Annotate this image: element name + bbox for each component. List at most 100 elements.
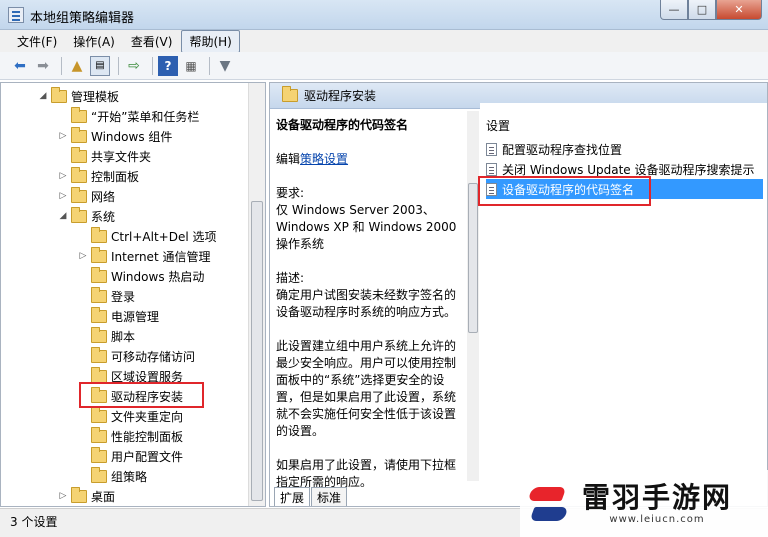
description-panel: 设备驱动程序的代码签名 编辑策略设置 要求: 仅 Windows Server 2…: [276, 117, 462, 506]
tree-item[interactable]: Ctrl+Alt+Del 选项: [77, 226, 216, 246]
folder-icon: [91, 466, 107, 483]
description-scrollbar-thumb[interactable]: [468, 183, 478, 333]
tree-item-label: 控制面板: [91, 169, 140, 184]
tree-item-label: 电源管理: [111, 309, 160, 324]
tree-item[interactable]: 共享文件夹: [57, 146, 151, 166]
tree-item[interactable]: ◢ 管理模板: [37, 86, 119, 106]
tree-item[interactable]: Windows 热启动: [77, 266, 204, 286]
edit-policy-line: 编辑策略设置: [276, 151, 462, 168]
folder-icon: [71, 186, 87, 203]
description-scrollbar[interactable]: [467, 111, 479, 481]
menu-action[interactable]: 操作(A): [66, 31, 122, 52]
policy-setting-icon: [486, 162, 497, 176]
tree-item[interactable]: 用户配置文件: [77, 446, 183, 466]
requirements-text: 仅 Windows Server 2003、Windows XP 和 Windo…: [276, 203, 457, 251]
folder-icon: [71, 206, 87, 223]
folder-icon: [71, 126, 87, 143]
expand-arrow-icon[interactable]: ▷: [57, 131, 69, 141]
toolbar-separator: [61, 56, 62, 75]
folder-icon: [91, 226, 107, 243]
requirements-label: 要求:: [276, 186, 305, 200]
tree-item[interactable]: ▷ 桌面: [57, 486, 115, 506]
folder-icon: [91, 246, 107, 263]
toolbar-separator: [118, 56, 119, 75]
tree-item[interactable]: ◢ 系统: [57, 206, 115, 226]
edit-prefix: 编辑: [276, 152, 301, 166]
tree-item-label: 用户配置文件: [111, 449, 184, 464]
tree-scrollbar[interactable]: [248, 83, 265, 506]
tree-item[interactable]: ▷ Internet 通信管理: [77, 246, 210, 266]
tree-item[interactable]: ▷ 网络: [57, 186, 115, 206]
requirements: 要求: 仅 Windows Server 2003、Windows XP 和 Wi…: [276, 185, 462, 253]
close-button[interactable]: ✕: [716, 0, 762, 20]
tree-item[interactable]: 登录: [77, 286, 135, 306]
minimize-button[interactable]: —: [660, 0, 688, 20]
folder-icon: [91, 346, 107, 363]
folder-icon: [71, 106, 87, 123]
expand-arrow-icon[interactable]: ▷: [57, 491, 69, 501]
tree-item[interactable]: “开始”菜单和任务栏: [57, 106, 199, 126]
folder-icon: [91, 426, 107, 443]
up-folder-icon[interactable]: ▲: [67, 56, 87, 76]
expand-arrow-icon[interactable]: ◢: [37, 91, 49, 101]
tree-item[interactable]: 性能控制面板: [77, 426, 183, 446]
folder-icon: [71, 166, 87, 183]
setting-row[interactable]: 配置驱动程序查找位置: [486, 139, 763, 159]
description-label: 描述:: [276, 271, 305, 285]
forward-arrow-icon[interactable]: ➡: [33, 56, 53, 76]
watermark-text: 雷羽手游网 www.leiucn.com: [582, 481, 733, 526]
expand-arrow-icon[interactable]: ▷: [77, 251, 89, 261]
tree-item-label: Windows 组件: [91, 129, 173, 144]
section-header-title: 驱动程序安装: [304, 89, 377, 103]
edit-policy-link[interactable]: 策略设置: [300, 152, 348, 166]
export-list-icon[interactable]: ⇨: [124, 56, 144, 76]
tree-item-label: 组策略: [111, 469, 148, 484]
toolbar-separator: [209, 56, 210, 75]
filter-icon[interactable]: ▼: [215, 56, 235, 76]
toolbar: ⬅ ➡ ▲ ▤ ⇨ ? ▦ ▼: [0, 52, 768, 80]
tree-pane: ◢ 管理模板 “开始”菜单和任务栏 ▷ Windows 组件 共享文件夹 ▷ 控制面板 ▷ 网络 ◢…: [0, 82, 266, 507]
tree-item[interactable]: ▷ Windows 组件: [57, 126, 172, 146]
menu-view[interactable]: 查看(V): [124, 31, 180, 52]
tree-item-label: Windows 热启动: [111, 269, 205, 284]
show-tree-icon[interactable]: ▤: [90, 55, 110, 76]
expand-arrow-icon[interactable]: ◢: [57, 211, 69, 221]
folder-icon: [91, 266, 107, 283]
tab-standard[interactable]: 标准: [311, 487, 348, 506]
tree-item-label: 桌面: [91, 489, 116, 504]
setting-label: 关闭 Windows Update 设备驱动程序搜索提示: [502, 162, 755, 177]
menu-file[interactable]: 文件(F): [10, 31, 64, 52]
expand-arrow-icon[interactable]: ▷: [57, 191, 69, 201]
properties-icon[interactable]: ▦: [181, 56, 201, 76]
settings-column-header[interactable]: 设置: [486, 117, 510, 134]
folder-icon: [282, 86, 298, 102]
tree-item[interactable]: 电源管理: [77, 306, 159, 326]
details-pane: 驱动程序安装 设备驱动程序的代码签名 编辑策略设置 要求: 仅 Windows S…: [269, 82, 768, 507]
watermark-name: 雷羽手游网: [582, 481, 733, 514]
title-bar: 本地组策略编辑器 — □ ✕: [0, 0, 768, 30]
tree-item-label: 性能控制面板: [111, 429, 184, 444]
watermark-logo-icon: [526, 481, 572, 527]
tree-item-label: 文件夹重定向: [111, 409, 184, 424]
tree-item-label: Internet 通信管理: [111, 249, 211, 264]
back-arrow-icon[interactable]: ⬅: [10, 56, 30, 76]
tree-scrollbar-thumb[interactable]: [251, 201, 263, 501]
maximize-button[interactable]: □: [688, 0, 716, 20]
folder-icon: [91, 326, 107, 343]
menu-help[interactable]: 帮助(H): [181, 29, 240, 53]
tree-item[interactable]: 组策略: [77, 466, 147, 486]
tree-item[interactable]: ▷ 控制面板: [57, 166, 139, 186]
tree-item[interactable]: 脚本: [77, 326, 135, 346]
setting-label: 配置驱动程序查找位置: [502, 142, 623, 157]
folder-icon: [91, 406, 107, 423]
app-icon: [8, 7, 24, 23]
tab-extended[interactable]: 扩展: [274, 487, 311, 506]
description: 描述: 确定用户试图安装未经数字签名的设备驱动程序时系统的响应方式。: [276, 270, 462, 321]
tree-item[interactable]: 可移动存储访问: [77, 346, 195, 366]
folder-icon: [71, 486, 87, 503]
tree-item[interactable]: 文件夹重定向: [77, 406, 183, 426]
highlight-box-tree: [79, 382, 204, 408]
description-paragraph-2: 如果启用了此设置，请使用下拉框指定所需的响应。: [276, 458, 457, 489]
help-icon[interactable]: ?: [158, 55, 178, 76]
expand-arrow-icon[interactable]: ▷: [57, 171, 69, 181]
